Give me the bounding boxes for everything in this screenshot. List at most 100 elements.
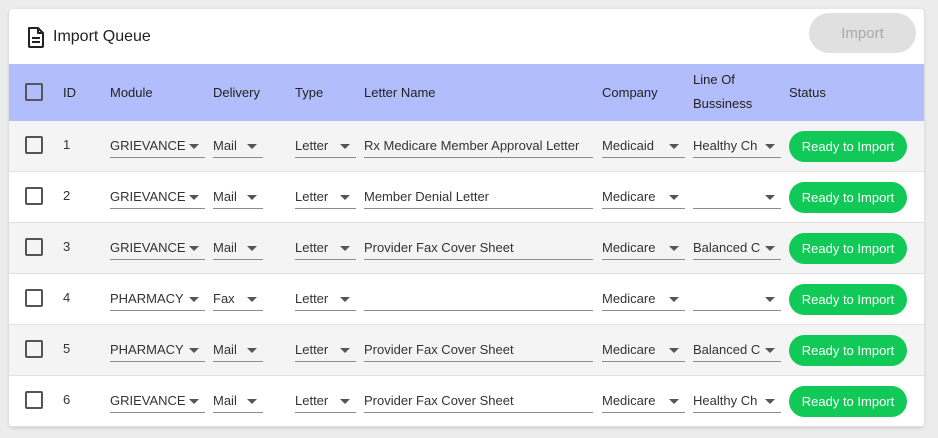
type-value: Letter: [295, 291, 329, 306]
dropdown-arrow-icon: [247, 348, 257, 353]
table-row: 1 GRIEVANCE Mail Letter Rx Medicare Member A…: [9, 121, 924, 172]
company-select[interactable]: Medicare: [602, 185, 685, 209]
dropdown-arrow-icon: [189, 246, 199, 251]
line-of-business-select[interactable]: Balanced C: [693, 236, 781, 260]
dropdown-arrow-icon: [669, 297, 679, 302]
module-select[interactable]: GRIEVANCE: [110, 185, 205, 209]
delivery-value: Mail: [213, 240, 237, 255]
type-select[interactable]: Letter: [295, 338, 356, 362]
letter-name-value: Provider Fax Cover Sheet: [364, 342, 514, 357]
dropdown-arrow-icon: [765, 195, 775, 200]
status-badge[interactable]: Ready to Import: [789, 284, 907, 315]
delivery-value: Fax: [213, 291, 235, 306]
status-badge[interactable]: Ready to Import: [789, 182, 907, 213]
dropdown-arrow-icon: [765, 246, 775, 251]
table-header: ID Module Delivery Type Letter Name Comp…: [9, 64, 924, 121]
company-value: Medicare: [602, 240, 656, 255]
column-header-module: Module: [110, 85, 153, 100]
status-badge[interactable]: Ready to Import: [789, 335, 907, 366]
row-checkbox[interactable]: [25, 238, 43, 256]
delivery-value: Mail: [213, 189, 237, 204]
line-of-business-select[interactable]: Balanced C: [693, 338, 781, 362]
dropdown-arrow-icon: [340, 246, 350, 251]
dropdown-arrow-icon: [669, 348, 679, 353]
type-value: Letter: [295, 138, 329, 153]
dropdown-arrow-icon: [669, 246, 679, 251]
page-title: Import Queue: [53, 28, 151, 45]
company-value: Medicare: [602, 291, 656, 306]
module-select[interactable]: PHARMACY: [110, 287, 205, 311]
module-select[interactable]: GRIEVANCE: [110, 389, 205, 413]
type-select[interactable]: Letter: [295, 185, 356, 209]
delivery-select[interactable]: Mail: [213, 134, 263, 158]
company-value: Medicare: [602, 342, 656, 357]
import-queue-card: Import Queue Import ID Module Delivery T…: [9, 9, 924, 427]
delivery-select[interactable]: Mail: [213, 236, 263, 260]
type-select[interactable]: Letter: [295, 287, 356, 311]
row-id: 3: [63, 239, 71, 254]
letter-name-field[interactable]: Member Denial Letter: [364, 185, 593, 209]
module-select[interactable]: PHARMACY: [110, 338, 205, 362]
table-row: 5 PHARMACY Mail Letter Provider Fax Cover Sh…: [9, 325, 924, 376]
column-header-type: Type: [295, 85, 324, 100]
letter-name-field[interactable]: [364, 287, 593, 311]
type-select[interactable]: Letter: [295, 134, 356, 158]
company-value: Medicare: [602, 189, 656, 204]
letter-name-value: Rx Medicare Member Approval Letter: [364, 138, 580, 153]
row-checkbox[interactable]: [25, 187, 43, 205]
company-select[interactable]: Medicare: [602, 236, 685, 260]
line-of-business-select[interactable]: [693, 287, 781, 311]
module-select[interactable]: GRIEVANCE: [110, 236, 205, 260]
type-select[interactable]: Letter: [295, 236, 356, 260]
type-value: Letter: [295, 189, 329, 204]
letter-name-field[interactable]: Provider Fax Cover Sheet: [364, 389, 593, 413]
company-select[interactable]: Medicare: [602, 338, 685, 362]
row-id: 2: [63, 188, 71, 203]
dropdown-arrow-icon: [765, 348, 775, 353]
line-of-business-select[interactable]: Healthy Ch: [693, 134, 781, 158]
line-of-business-select[interactable]: [693, 185, 781, 209]
status-badge[interactable]: Ready to Import: [789, 386, 907, 417]
import-button[interactable]: Import: [809, 13, 916, 53]
row-checkbox[interactable]: [25, 136, 43, 154]
dropdown-arrow-icon: [340, 399, 350, 404]
type-value: Letter: [295, 393, 329, 408]
line-of-business-select[interactable]: Healthy Ch: [693, 389, 781, 413]
dropdown-arrow-icon: [669, 195, 679, 200]
letter-name-field[interactable]: Rx Medicare Member Approval Letter: [364, 134, 593, 158]
dropdown-arrow-icon: [340, 144, 350, 149]
delivery-value: Mail: [213, 393, 237, 408]
delivery-select[interactable]: Mail: [213, 338, 263, 362]
delivery-value: Mail: [213, 138, 237, 153]
company-select[interactable]: Medicare: [602, 389, 685, 413]
delivery-select[interactable]: Fax: [213, 287, 263, 311]
column-header-status: Status: [789, 85, 826, 100]
row-checkbox[interactable]: [25, 391, 43, 409]
select-all-checkbox[interactable]: [25, 83, 43, 101]
type-select[interactable]: Letter: [295, 389, 356, 413]
status-badge[interactable]: Ready to Import: [789, 131, 907, 162]
dropdown-arrow-icon: [247, 399, 257, 404]
delivery-select[interactable]: Mail: [213, 185, 263, 209]
module-select[interactable]: GRIEVANCE: [110, 134, 205, 158]
delivery-value: Mail: [213, 342, 237, 357]
dropdown-arrow-icon: [765, 297, 775, 302]
company-select[interactable]: Medicaid: [602, 134, 685, 158]
dropdown-arrow-icon: [247, 195, 257, 200]
row-checkbox[interactable]: [25, 289, 43, 307]
line-of-business-value: Healthy Ch: [693, 393, 758, 408]
dropdown-arrow-icon: [189, 348, 199, 353]
letter-name-field[interactable]: Provider Fax Cover Sheet: [364, 236, 593, 260]
module-value: GRIEVANCE: [110, 393, 186, 408]
dropdown-arrow-icon: [189, 399, 199, 404]
row-checkbox[interactable]: [25, 340, 43, 358]
letter-name-value: Provider Fax Cover Sheet: [364, 393, 514, 408]
module-value: GRIEVANCE: [110, 240, 186, 255]
dropdown-arrow-icon: [765, 144, 775, 149]
module-value: GRIEVANCE: [110, 189, 186, 204]
company-select[interactable]: Medicare: [602, 287, 685, 311]
status-badge[interactable]: Ready to Import: [789, 233, 907, 264]
letter-name-field[interactable]: Provider Fax Cover Sheet: [364, 338, 593, 362]
dropdown-arrow-icon: [189, 144, 199, 149]
delivery-select[interactable]: Mail: [213, 389, 263, 413]
